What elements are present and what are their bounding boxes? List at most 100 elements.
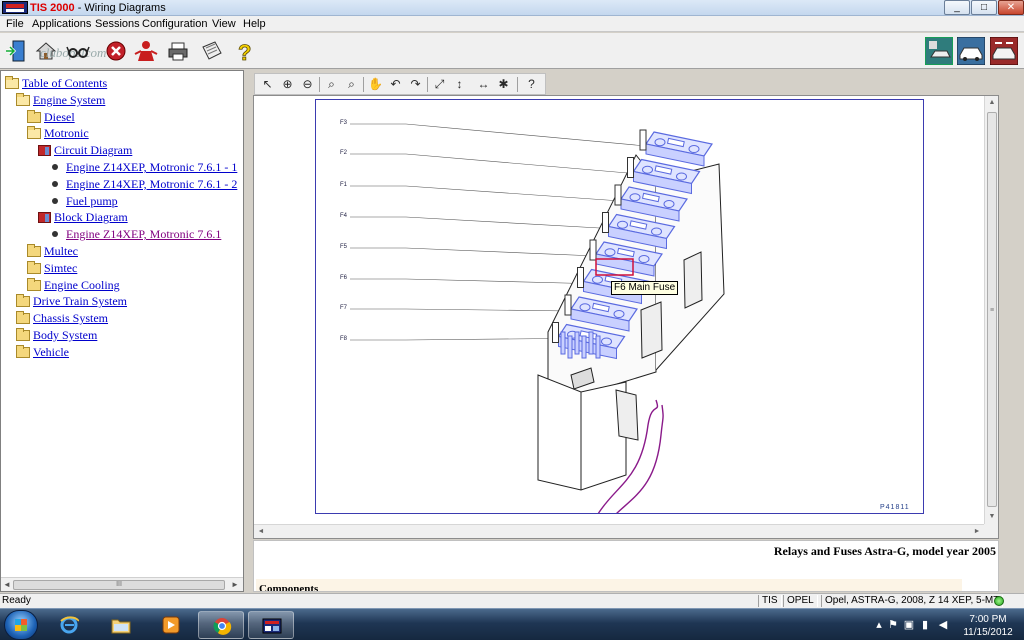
menu-help[interactable]: Help — [241, 17, 268, 31]
fuse-label[interactable]: F5 — [340, 244, 347, 250]
tree-item[interactable]: Engine Cooling — [27, 277, 120, 293]
menu-configuration[interactable]: Configuration — [140, 17, 209, 31]
zoom-area-tool-icon[interactable]: ⌕ — [343, 76, 360, 93]
tree-item-label[interactable]: Motronic — [44, 126, 89, 140]
printer-icon[interactable] — [166, 39, 190, 63]
tree-item[interactable]: Diesel — [27, 109, 75, 125]
tree-item[interactable]: Simtec — [27, 260, 77, 276]
scroll-left-arrow[interactable]: ◄ — [1, 579, 13, 591]
tree-item[interactable]: Engine System — [16, 92, 105, 108]
menu-sessions[interactable]: Sessions — [93, 17, 142, 31]
fuse-label[interactable]: F7 — [340, 305, 347, 311]
table-of-contents-tree[interactable]: Table of Contents Engine System Diesel Motr… — [0, 70, 244, 592]
tree-item-label[interactable]: Fuel pump — [66, 194, 118, 208]
tree-item-label[interactable]: Table of Contents — [22, 76, 107, 90]
menu-view[interactable]: View — [210, 17, 238, 31]
tree-horizontal-scrollbar[interactable]: ◄ III ► — [1, 577, 243, 591]
tree-item[interactable]: Body System — [16, 327, 97, 343]
tree-item-label[interactable]: Vehicle — [33, 345, 69, 359]
network-signal-icon[interactable]: ▮ — [918, 618, 932, 632]
close-button[interactable]: ✕ — [998, 0, 1024, 15]
fuse-cell[interactable] — [639, 129, 713, 167]
tree-item[interactable]: Block Diagram — [38, 209, 128, 225]
tree-item-label[interactable]: Simtec — [44, 261, 77, 275]
zoom-out-tool-icon[interactable]: ⊖ — [299, 76, 316, 93]
pan-hand-tool-icon[interactable]: ✋ — [367, 76, 384, 93]
fuse-label[interactable]: F1 — [340, 182, 347, 188]
rotate-right-tool-icon[interactable]: ↷ — [407, 76, 424, 93]
menu-applications[interactable]: Applications — [30, 17, 93, 31]
taskbar-media-player[interactable] — [148, 611, 194, 639]
tree-item-label[interactable]: Engine Cooling — [44, 278, 120, 292]
tree-item-label[interactable]: Engine Z14XEP, Motronic 7.6.1 - 2 — [66, 177, 237, 191]
car-wash-icon[interactable] — [957, 37, 985, 65]
tree-item-label[interactable]: Multec — [44, 244, 78, 258]
help-tool-icon[interactable]: ? — [523, 76, 540, 93]
diagram-vertical-scrollbar[interactable]: ▲ ≡ ▼ — [984, 96, 998, 524]
diagram-viewer[interactable]: F3 F2 F1 F4 F5 F6 F7 F8 F6 Main Fuse P41811 ▲ ≡… — [253, 95, 999, 539]
fuse-label[interactable]: F8 — [340, 336, 347, 342]
volume-icon[interactable]: ◀ — [936, 618, 950, 632]
fuse-label[interactable]: F4 — [340, 213, 347, 219]
tree-item[interactable]: Engine Z14XEP, Motronic 7.6.1 - 1 — [49, 159, 237, 175]
maximize-button[interactable]: □ — [971, 0, 997, 15]
glasses-icon[interactable] — [66, 39, 90, 63]
tree-item-label[interactable]: Diesel — [44, 110, 75, 124]
diagram-horizontal-scrollbar[interactable]: ◄ ► — [254, 524, 984, 538]
tree-item[interactable]: Multec — [27, 243, 78, 259]
select-tool-icon[interactable]: ↖ — [259, 76, 276, 93]
tree-item-label[interactable]: Engine Z14XEP, Motronic 7.6.1 — [66, 227, 221, 241]
fit-height-tool-icon[interactable]: ↕ — [451, 76, 468, 93]
scroll-right-arrow[interactable]: ► — [229, 579, 241, 591]
tree-item[interactable]: Chassis System — [16, 310, 108, 326]
tree-item[interactable]: Circuit Diagram — [38, 142, 132, 158]
tree-item-label[interactable]: Block Diagram — [54, 210, 128, 224]
device-icon[interactable]: ▣ — [902, 618, 916, 632]
document-pane[interactable]: Relays and Fuses Astra-G, model year 200… — [253, 540, 999, 592]
tree-item[interactable]: Engine Z14XEP, Motronic 7.6.1 — [49, 226, 221, 242]
exit-icon[interactable] — [4, 39, 28, 63]
minimize-button[interactable]: _ — [944, 0, 970, 15]
tree-item[interactable]: Vehicle — [16, 344, 69, 360]
rotate-left-tool-icon[interactable]: ↶ — [387, 76, 404, 93]
notepad-icon[interactable] — [200, 39, 224, 63]
tree-item-label[interactable]: Engine Z14XEP, Motronic 7.6.1 - 1 — [66, 160, 237, 174]
tree-item[interactable]: Motronic — [27, 125, 89, 141]
car-diagnostic-icon[interactable] — [925, 37, 953, 65]
fuse-label[interactable]: F3 — [340, 120, 347, 126]
tree-item[interactable]: Drive Train System — [16, 293, 127, 309]
tree-item[interactable]: Engine Z14XEP, Motronic 7.6.1 - 2 — [49, 176, 237, 192]
car-tools-icon[interactable] — [990, 37, 1018, 65]
zoom-in-tool-icon[interactable]: ⊕ — [279, 76, 296, 93]
tree-item-label[interactable]: Circuit Diagram — [54, 143, 132, 157]
scroll-left-arrow[interactable]: ◄ — [254, 525, 268, 539]
zoom-tool-icon[interactable]: ⌕ — [323, 76, 340, 93]
fit-page-tool-icon[interactable]: ⤢ — [431, 76, 448, 93]
tree-item-label[interactable]: Drive Train System — [33, 294, 127, 308]
tree-item[interactable]: Fuel pump — [49, 193, 118, 209]
menu-file[interactable]: File — [4, 17, 26, 31]
action-center-flag-icon[interactable]: ⚑ — [886, 618, 900, 632]
tree-item-label[interactable]: Chassis System — [33, 311, 108, 325]
taskbar-tis2000[interactable] — [248, 611, 294, 639]
taskbar-chrome[interactable] — [198, 611, 244, 639]
clock-time[interactable]: 7:00 PM — [960, 614, 1016, 625]
stop-icon[interactable] — [104, 39, 128, 63]
scroll-right-arrow[interactable]: ► — [970, 525, 984, 539]
tree-item[interactable]: Table of Contents — [5, 75, 107, 91]
fit-width-tool-icon[interactable]: ↔ — [475, 76, 492, 93]
start-button[interactable] — [4, 610, 38, 640]
fuse-label[interactable]: F2 — [340, 150, 347, 156]
scroll-up-arrow[interactable]: ▲ — [985, 96, 999, 110]
scroll-down-arrow[interactable]: ▼ — [985, 510, 999, 524]
tree-item-label[interactable]: Body System — [33, 328, 97, 342]
show-hidden-icons-icon[interactable]: ▴ — [872, 618, 886, 632]
help-icon[interactable]: ? — [233, 39, 257, 63]
mark-tool-icon[interactable]: ✱ — [495, 76, 512, 93]
tree-item-label[interactable]: Engine System — [33, 93, 105, 107]
clock-date[interactable]: 11/15/2012 — [960, 627, 1016, 638]
taskbar-file-explorer[interactable] — [98, 611, 144, 639]
person-icon[interactable] — [134, 39, 158, 63]
scroll-thumb[interactable]: III — [13, 580, 225, 590]
scroll-thumb[interactable]: ≡ — [987, 112, 997, 507]
